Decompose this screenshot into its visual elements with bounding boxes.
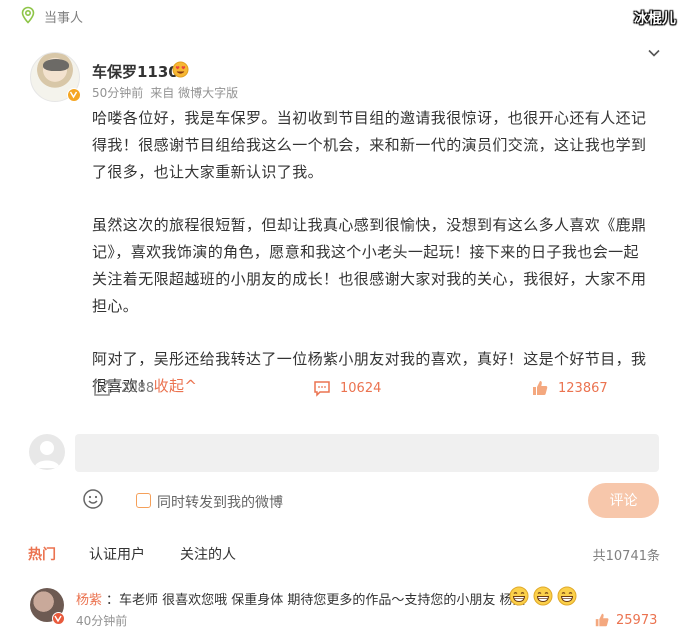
author-name[interactable]: 车保罗1130 [92,61,179,82]
comment-like-button[interactable]: 25973 [594,612,657,628]
verified-badge-icon [67,88,81,102]
thumbs-up-icon [595,613,609,627]
chevron-down-icon[interactable] [646,45,662,61]
repost-count: 2088 [121,380,155,396]
repost-checkbox-label[interactable]: 同时转发到我的微博 [157,492,283,512]
comment-input[interactable] [75,434,659,472]
commenter-name[interactable]: 杨紫 [76,589,102,608]
current-user-avatar [29,434,65,470]
tab-following[interactable]: 关注的人 [180,544,236,564]
comment-button[interactable]: 10624 [313,376,381,400]
grin-emoji-icon [557,586,577,606]
tab-verified[interactable]: 认证用户 [89,544,145,564]
top-bar: 当事人 冰棍儿 [0,0,690,30]
post-paragraph-2: 虽然这次的旅程很短暂，但却让我真心感到很愉快，没想到有这么多人喜欢《鹿鼎记》，喜… [92,216,647,315]
post-meta: 50分钟前 来自 微博大字版 [92,84,238,101]
repost-button[interactable]: 2088 [92,376,154,400]
post-time[interactable]: 50分钟前 [92,86,143,100]
comment-icon [314,381,330,397]
comment-count: 10624 [340,380,382,396]
grin-emoji-icon [509,586,529,606]
post-source: 来自 微博大字版 [150,86,239,100]
tab-hot[interactable]: 热门 [28,544,56,564]
location-pin-icon [21,6,35,24]
comment-tabs: 热门 认证用户 关注的人 共10741条 [0,544,690,564]
thumbs-up-icon [533,381,548,395]
commenter-verified-icon [52,612,65,625]
heart-eyes-icon [172,61,189,78]
comment-like-count: 25973 [616,612,658,628]
post-paragraph-1: 哈喽各位好，我是车保罗。当初收到节目组的邀请我很惊讶，也很开心还有人还记得我！很… [92,109,647,181]
watermark: 冰棍儿 [634,11,676,27]
comment-text: ：车老师 很喜欢您哦 保重身体 期待您更多的作品～支持您的小朋友 杨紫 [106,593,526,608]
grin-emoji-icon [533,586,553,606]
repost-icon [94,380,110,396]
post-actions: 2088 10624 123867 [0,376,690,400]
like-count: 123867 [558,380,608,396]
total-comment-count: 共10741条 [592,549,660,564]
post-body: 哈喽各位好，我是车保罗。当初收到节目组的邀请我很惊讶，也很开心还有人还记得我！很… [92,105,652,400]
submit-comment-button[interactable]: 评论 [588,483,659,518]
topic-label: 当事人 [44,11,84,26]
repost-checkbox[interactable] [136,493,151,508]
emoji-picker-icon[interactable] [82,488,104,510]
comment-time: 40分钟前 [76,614,128,628]
like-button[interactable]: 123867 [531,376,608,400]
